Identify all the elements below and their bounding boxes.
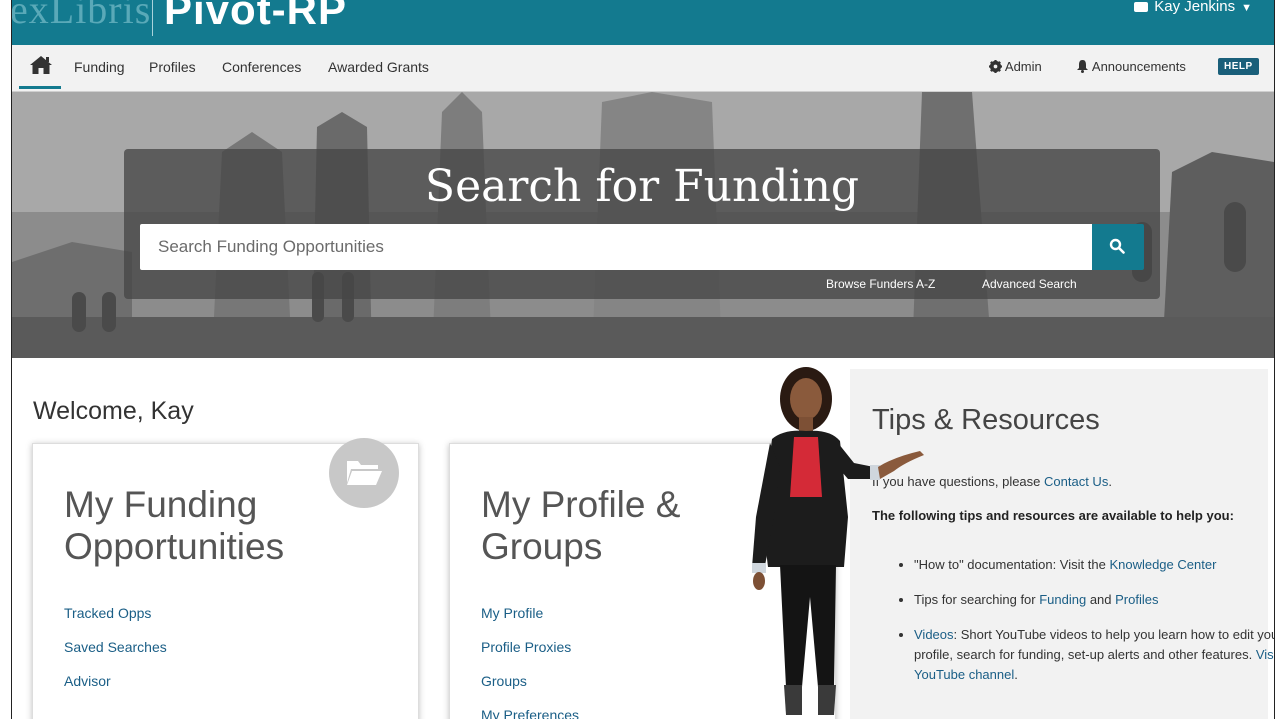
home-icon xyxy=(30,56,52,74)
profile-card-title-line2: Groups xyxy=(481,526,603,567)
funding-card-title-line2: Opportunities xyxy=(64,526,285,567)
profile-card-title: My Profile & Groups xyxy=(481,484,680,568)
brand-bar: exLibris Pivot-RP Kay Jenkins ▼ xyxy=(12,0,1274,45)
announcements-link[interactable]: Announcements xyxy=(1076,59,1186,74)
funding-opportunities-card: My Funding Opportunities Tracked Opps Sa… xyxy=(32,438,419,719)
funding-card-title-line1: My Funding xyxy=(64,484,258,525)
search-icon xyxy=(1109,238,1125,254)
profile-proxies-link[interactable]: Profile Proxies xyxy=(481,638,579,656)
welcome-heading: Welcome, Kay xyxy=(33,397,194,425)
profiles-tips-link[interactable]: Profiles xyxy=(1115,592,1158,607)
tip-videos-text: : Short YouTube videos to help you learn… xyxy=(914,627,1275,662)
tip-videos-suffix: . xyxy=(1014,667,1018,682)
help-button[interactable]: HELP xyxy=(1218,58,1259,75)
my-profile-link[interactable]: My Profile xyxy=(481,604,579,622)
admin-label: Admin xyxy=(1004,59,1042,74)
tip-howto-text: "How to" documentation: Visit the xyxy=(914,557,1110,572)
funding-card-title: My Funding Opportunities xyxy=(64,484,284,568)
my-preferences-link[interactable]: My Preferences xyxy=(481,706,579,719)
list-item: Tips for searching for Funding and Profi… xyxy=(914,590,1274,610)
hero-banner: Search for Funding Browse Funders A-Z Ad… xyxy=(12,92,1274,358)
gear-icon xyxy=(989,60,1002,73)
nav-funding[interactable]: Funding xyxy=(74,59,125,75)
contact-us-link[interactable]: Contact Us xyxy=(1044,474,1108,489)
admin-link[interactable]: Admin xyxy=(989,59,1042,74)
search-input[interactable] xyxy=(140,224,1092,270)
tips-intro-suffix: . xyxy=(1108,474,1112,489)
tracked-opps-link[interactable]: Tracked Opps xyxy=(64,604,167,622)
knowledge-center-link[interactable]: Knowledge Center xyxy=(1109,557,1216,572)
brand-divider xyxy=(152,0,153,36)
nav-conferences[interactable]: Conferences xyxy=(222,59,301,75)
groups-link[interactable]: Groups xyxy=(481,672,579,690)
home-button[interactable] xyxy=(19,45,61,89)
main-nav: Funding Profiles Conferences Awarded Gra… xyxy=(12,45,1274,92)
advanced-search-link[interactable]: Advanced Search xyxy=(982,277,1077,291)
saved-searches-link[interactable]: Saved Searches xyxy=(64,638,167,656)
tip-search-and: and xyxy=(1086,592,1116,607)
profile-card-links: My Profile Profile Proxies Groups My Pre… xyxy=(481,604,579,719)
advisor-link[interactable]: Advisor xyxy=(64,672,167,690)
announcements-label: Announcements xyxy=(1091,59,1186,74)
funding-tips-link[interactable]: Funding xyxy=(1039,592,1086,607)
list-item: "How to" documentation: Visit the Knowle… xyxy=(914,555,1274,575)
presenter-image xyxy=(752,367,924,715)
user-menu[interactable]: Kay Jenkins ▼ xyxy=(1134,0,1252,15)
open-folder-icon xyxy=(347,461,382,485)
search-button[interactable] xyxy=(1092,224,1144,270)
pivot-logo[interactable]: Pivot-RP xyxy=(164,0,347,34)
nav-awarded-grants[interactable]: Awarded Grants xyxy=(328,59,429,75)
chevron-down-icon: ▼ xyxy=(1241,2,1252,14)
browse-funders-link[interactable]: Browse Funders A-Z xyxy=(826,277,935,291)
list-item: Videos: Short YouTube videos to help you… xyxy=(914,625,1275,685)
bell-icon xyxy=(1077,60,1088,73)
user-name: Kay Jenkins xyxy=(1154,0,1236,15)
page-frame: exLibris Pivot-RP Kay Jenkins ▼ Funding P… xyxy=(11,0,1275,719)
exlibris-logo: exLibris xyxy=(11,0,152,32)
nav-profiles[interactable]: Profiles xyxy=(149,59,196,75)
search-title: Search for Funding xyxy=(424,161,860,212)
search-panel: Search for Funding Browse Funders A-Z Ad… xyxy=(124,149,1160,299)
user-icon xyxy=(1134,2,1149,13)
profile-card-title-line1: My Profile & xyxy=(481,484,681,525)
funding-card-links: Tracked Opps Saved Searches Advisor xyxy=(64,604,167,706)
folder-icon-badge xyxy=(329,438,399,508)
